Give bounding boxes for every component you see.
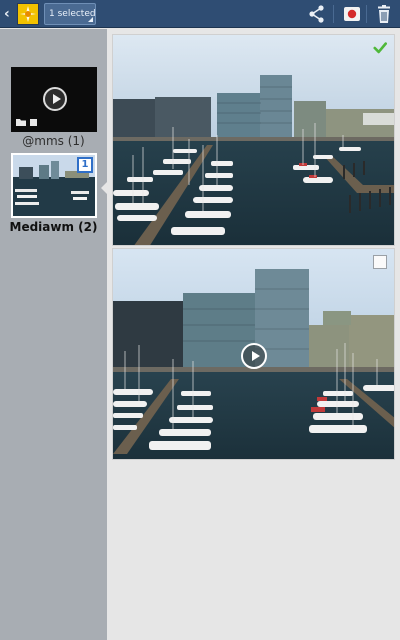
share-icon[interactable] (306, 4, 328, 24)
video-play-icon[interactable] (241, 343, 267, 369)
select-checkbox[interactable] (373, 255, 387, 269)
gallery-app-icon[interactable] (17, 3, 39, 25)
grid-item-photo[interactable] (112, 34, 395, 246)
album-label-mms: @mms (1) (22, 134, 85, 148)
action-divider (333, 5, 334, 23)
selection-count-dropdown[interactable]: 1 selected (44, 3, 96, 25)
album-thumbnail-mediawm[interactable]: 1 (11, 153, 97, 218)
record-icon[interactable] (341, 4, 363, 24)
delete-icon[interactable] (373, 4, 395, 24)
folder-icon (16, 119, 37, 126)
harbor-photo (113, 35, 394, 245)
dropdown-corner-icon (88, 17, 93, 22)
action-bar: ‹ 1 selected (0, 0, 400, 28)
selected-checkmark-icon[interactable] (373, 41, 387, 55)
action-divider (366, 5, 367, 23)
album-label-mediawm: Mediawm (2) (9, 220, 98, 234)
album-sidebar: @mms (1) 1 Mediawm (2) (0, 29, 108, 640)
album-thumbnail-mms[interactable] (11, 67, 97, 132)
video-play-icon (43, 87, 67, 111)
grid-item-video[interactable] (112, 248, 395, 460)
selected-album-pointer (101, 181, 108, 195)
back-icon[interactable]: ‹ (4, 7, 14, 21)
selected-count-badge: 1 (77, 157, 93, 173)
